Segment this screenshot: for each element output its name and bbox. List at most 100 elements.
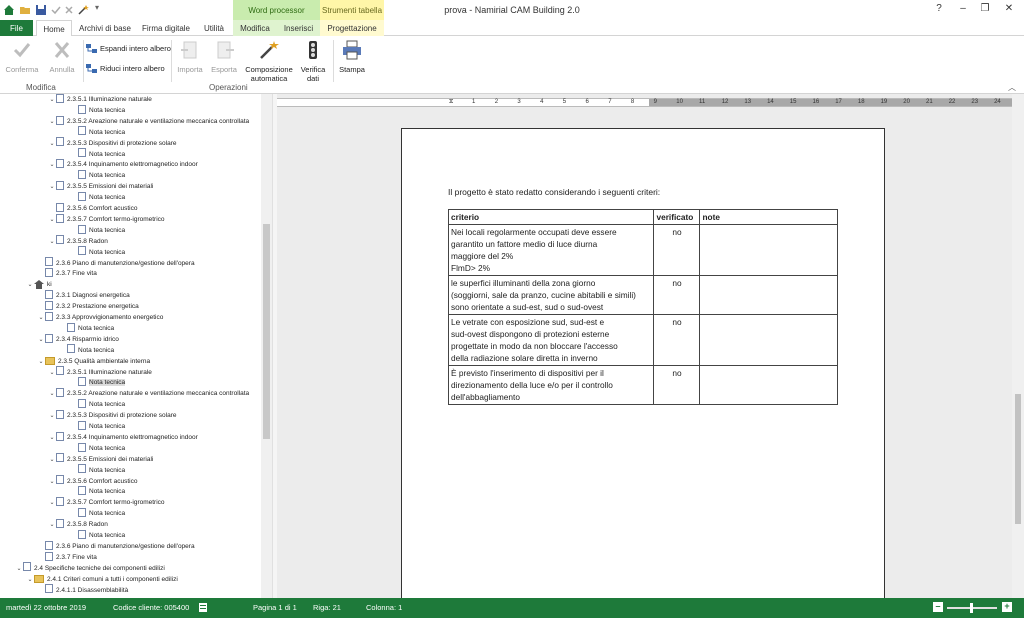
tab-archivi-di-base[interactable]: Archivi di base — [76, 20, 134, 36]
chevron-down-icon[interactable]: ⌄ — [48, 477, 56, 488]
chevron-down-icon[interactable]: ⌄ — [48, 95, 56, 106]
criterio-cell[interactable]: È previsto l'inserimento di dispositivi … — [447, 365, 655, 405]
chevron-down-icon[interactable]: ⌄ — [48, 160, 56, 171]
tree-item[interactable]: ⌄ 2.3.5 Qualità ambientale interna — [37, 356, 150, 367]
verify-data-button[interactable]: Verifica dati — [297, 40, 329, 83]
tree-scrollbar[interactable] — [261, 94, 272, 598]
tree-item[interactable]: 2.3.6 Piano di manutenzione/gestione del… — [37, 540, 195, 552]
chevron-down-icon[interactable]: ⌄ — [48, 520, 56, 531]
tree-item[interactable]: ⌄ 2.3.5.5 Emissioni dei materiali — [48, 180, 153, 193]
tab-inserisci[interactable]: Inserisci — [277, 20, 320, 36]
tree-item[interactable]: Nota tecnica — [70, 191, 125, 203]
export-button[interactable]: Esporta — [208, 40, 240, 74]
import-button[interactable]: Importa — [174, 40, 206, 74]
chevron-down-icon[interactable]: ⌄ — [48, 182, 56, 193]
tree-item[interactable]: ⌄ 2.3.5.3 Dispositivi di protezione solar… — [48, 409, 176, 422]
auto-compose-button[interactable]: Composizione automatica — [244, 40, 294, 83]
tree-item[interactable]: Nota tecnica — [70, 442, 125, 454]
tree-item[interactable]: Nota tecnica — [59, 344, 114, 356]
table-row[interactable]: Nei locali regolarmente occupati deve es… — [447, 224, 838, 276]
chevron-down-icon[interactable]: ⌄ — [48, 117, 56, 128]
tree-item[interactable]: 2.4.1.1 Disassemblabilità — [37, 584, 128, 596]
cancel-button[interactable]: Annulla — [44, 40, 80, 74]
tree-item[interactable]: Nota tecnica — [70, 377, 126, 388]
ruler-margin-marker-icon[interactable]: ⧖ — [449, 99, 453, 106]
tree-item[interactable]: 2.3.7 Fine vita — [37, 551, 97, 563]
chevron-down-icon[interactable]: ⌄ — [37, 313, 45, 324]
verificato-cell[interactable]: no — [653, 314, 701, 366]
tree-item[interactable]: Nota tecnica — [70, 398, 125, 410]
tree-item[interactable]: Nota tecnica — [70, 464, 125, 476]
chevron-down-icon[interactable]: ⌄ — [26, 280, 34, 291]
chevron-down-icon[interactable]: ⌄ — [48, 411, 56, 422]
zoom-out-button[interactable]: – — [933, 602, 943, 612]
collapse-ribbon-icon[interactable]: ︿ — [1008, 82, 1016, 93]
chevron-down-icon[interactable]: ⌄ — [48, 215, 56, 226]
note-cell[interactable] — [699, 365, 838, 405]
tab-file[interactable]: File — [0, 20, 33, 36]
tree-item[interactable]: Nota tecnica — [70, 246, 125, 258]
tree-item[interactable]: ⌄ 2.3.3 Approvvigionamento energetico — [37, 311, 163, 324]
tree-item[interactable]: Nota tecnica — [70, 148, 125, 160]
document-scrollbar[interactable] — [1012, 94, 1024, 598]
verificato-cell[interactable]: no — [653, 365, 701, 405]
tree-item[interactable]: ⌄ ki — [26, 279, 52, 290]
header-note[interactable]: note — [699, 209, 838, 225]
chevron-down-icon[interactable]: ⌄ — [48, 237, 56, 248]
criteria-table[interactable]: criterio verificato note Nei locali rego… — [447, 209, 838, 405]
tree-item[interactable]: ⌄ 2.4.1 Criteri comuni a tutti i componen… — [26, 574, 178, 585]
tree-item[interactable]: 2.3.1 Diagnosi energetica — [37, 289, 130, 301]
confirm-button[interactable]: Conferma — [4, 40, 40, 74]
tree-item[interactable]: ⌄ 2.3.5.4 Inquinamento elettromagnetico i… — [48, 159, 198, 170]
tab-home[interactable]: Home — [36, 20, 72, 37]
tab-utilita[interactable]: Utilità — [198, 20, 230, 36]
table-row[interactable]: È previsto l'inserimento di dispositivi … — [447, 365, 838, 405]
chevron-down-icon[interactable]: ⌄ — [48, 389, 56, 400]
tree-item[interactable]: Nota tecnica — [70, 529, 125, 541]
tree-item[interactable]: ⌄ 2.3.5.1 Illuminazione naturale — [48, 94, 152, 105]
document-page[interactable]: Il progetto è stato redatto considerando… — [401, 128, 885, 598]
tree-item[interactable]: Nota tecnica — [70, 104, 125, 116]
tree-item[interactable]: ⌄ 2.4 Specifiche tecniche dei componenti … — [15, 562, 165, 575]
note-cell[interactable] — [699, 314, 838, 366]
tab-modifica[interactable]: Modifica — [233, 20, 277, 36]
tree-item[interactable]: Nota tecnica — [70, 224, 125, 236]
header-verificato[interactable]: verificato — [653, 209, 701, 225]
tab-firma-digitale[interactable]: Firma digitale — [138, 20, 194, 36]
tree-item[interactable]: Nota tecnica — [70, 420, 125, 432]
tree-item[interactable]: ⌄ 2.3.5.3 Dispositivi di protezione solar… — [48, 137, 176, 149]
print-button[interactable]: Stampa — [336, 40, 368, 74]
tree-item[interactable]: 2.3.2 Prestazione energetica — [37, 300, 139, 312]
chevron-down-icon[interactable]: ⌄ — [15, 564, 23, 575]
note-cell[interactable] — [699, 224, 838, 276]
tree-item[interactable]: Nota tecnica — [70, 507, 125, 519]
criterio-cell[interactable]: Nei locali regolarmente occupati deve es… — [447, 224, 655, 276]
intro-paragraph[interactable]: Il progetto è stato redatto considerando… — [448, 187, 660, 197]
table-row[interactable]: Le vetrate con esposizione sud, sud-est … — [447, 314, 838, 366]
tree-scrollbar-thumb[interactable] — [263, 224, 270, 439]
tree-item[interactable]: ⌄ 2.3.5.7 Comfort termo-igrometrico — [48, 213, 165, 226]
verificato-cell[interactable]: no — [653, 224, 701, 276]
minimize-button[interactable]: – — [952, 3, 974, 17]
tab-progettazione[interactable]: Progettazione — [320, 20, 384, 36]
header-criterio[interactable]: criterio — [447, 209, 655, 225]
chevron-down-icon[interactable]: ⌄ — [26, 575, 34, 586]
zoom-slider-thumb[interactable] — [970, 603, 973, 613]
tree-item[interactable]: ⌄ 2.3.5.2 Areazione naturale e ventilazio… — [48, 115, 249, 128]
document-scrollbar-thumb[interactable] — [1015, 394, 1021, 524]
tree-item[interactable]: Nota tecnica — [70, 486, 125, 497]
tree-item[interactable]: ⌄ 2.3.5.5 Emissioni dei materiali — [48, 453, 153, 465]
tree-item[interactable]: ⌄ 2.3.5.8 Radon — [48, 518, 108, 531]
tree-item[interactable]: Nota tecnica — [59, 322, 114, 334]
chevron-down-icon[interactable]: ⌄ — [37, 335, 45, 346]
tree-item[interactable]: 2.3.5.6 Comfort acustico — [48, 202, 137, 214]
tree-item[interactable]: 2.3.7 Fine vita — [37, 268, 97, 279]
tree-item[interactable]: Nota tecnica — [70, 170, 125, 181]
help-button[interactable]: ? — [928, 3, 950, 17]
tree-item[interactable]: Nota tecnica — [70, 126, 125, 138]
tree-item[interactable]: ⌄ 2.3.4 Risparmio idrico — [37, 333, 119, 346]
criterio-cell[interactable]: le superfici illuminanti della zona gior… — [447, 275, 655, 315]
restore-button[interactable]: ❐ — [974, 3, 996, 17]
chevron-down-icon[interactable]: ⌄ — [48, 368, 56, 379]
tree-item[interactable]: ⌄ 2.3.5.8 Radon — [48, 235, 108, 248]
